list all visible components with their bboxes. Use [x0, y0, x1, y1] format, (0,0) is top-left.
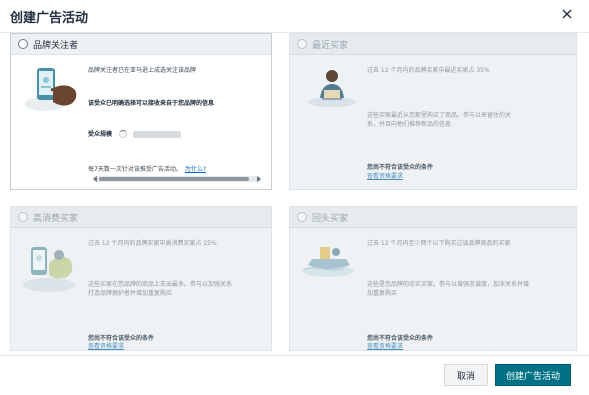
eligibility-link[interactable]: 查看资格要求 [88, 342, 124, 350]
audience-card-high-spend-buyers: 高消费买家 过去 12 个月内的品牌买家中高消费买家占 25% 这些买家在您品牌… [10, 206, 272, 351]
audience-size-value-placeholder [133, 131, 181, 138]
audience-card-recent-buyers: 最近买家 过去 12 个月内的品牌买家中最近买家占 35% 这些买家最近从您那里… [289, 33, 577, 190]
eligibility-warning: 您尚不符合该受众的条件 [367, 164, 434, 171]
card-detail-line-2: 加重复购买 [367, 290, 398, 297]
phone-hand-illustration [23, 64, 81, 118]
phone-shopping-illustration [21, 241, 79, 297]
create-campaign-modal: 创建广告活动 品牌关注者 品牌关注者已在亚马逊上成选关注该品牌 该受众已明确选择… [0, 0, 589, 395]
modal-footer: 取消 创建广告活动 [0, 355, 589, 395]
cancel-button[interactable]: 取消 [444, 364, 488, 386]
card-title: 高消费买家 [33, 214, 79, 224]
card-description: 过去 12 个月内的品牌买家中最近买家占 35% [367, 67, 490, 74]
card-detail-line-1: 这些买家在您品牌的商品上支出最多。参与以加强关系 [88, 281, 233, 288]
radio-button [18, 212, 28, 222]
card-description: 品牌关注者已在亚马逊上成选关注该品牌 [88, 67, 197, 74]
loading-spinner-icon [119, 130, 127, 138]
why-link[interactable]: 为什么? [185, 166, 206, 173]
horizontal-scrollbar[interactable] [93, 176, 261, 182]
scroll-thumb[interactable] [99, 177, 249, 181]
card-note: 该受众已明确选择可以接收来自于您品牌的信息 [88, 100, 215, 107]
radio-button [297, 39, 307, 49]
footer-text: 每7天数一次针对该推受广告活动。 [88, 166, 182, 173]
scroll-left-icon[interactable] [93, 176, 97, 182]
modal-title: 创建广告活动 [10, 11, 89, 26]
close-icon[interactable] [559, 6, 575, 22]
card-title: 品牌关注者 [33, 41, 79, 51]
card-detail-line-2: 打造品牌拥护者并增加重复购买 [88, 290, 173, 297]
card-title: 回头买家 [312, 214, 349, 224]
card-header: 品牌关注者 [11, 34, 271, 55]
card-description: 过去 12 个月内至少两个以下购买过该品牌商品的买家 [367, 240, 511, 247]
card-header: 回头买家 [290, 207, 576, 228]
modal-header: 创建广告活动 [0, 0, 589, 33]
eligibility-link[interactable]: 查看资格要求 [367, 342, 403, 350]
card-header: 高消费买家 [11, 207, 271, 228]
boat-illustration [300, 239, 358, 283]
audience-card-brand-followers[interactable]: 品牌关注者 品牌关注者已在亚马逊上成选关注该品牌 该受众已明确选择可以接收来自于… [10, 33, 272, 190]
radio-button[interactable] [18, 39, 28, 49]
person-laptop-illustration [306, 68, 358, 112]
card-detail-line-1: 这些买家最近从您那里购买了商品。参与以来留住的关 [367, 112, 512, 119]
eligibility-link[interactable]: 查看资格要求 [367, 172, 403, 181]
scroll-right-icon[interactable] [257, 176, 261, 182]
audience-size-label: 受众规模 [88, 131, 113, 138]
card-detail-line-2: 系，并且向他们推荐新品的信息 [367, 121, 452, 128]
card-footer-text: 每7天数一次针对该推受广告活动。 为什么? [88, 165, 206, 174]
card-header: 最近买家 [290, 34, 576, 55]
radio-button [297, 212, 307, 222]
card-detail-line-1: 这些是您品牌的忠实买家。参与以增强忠诚度，加深关系并增 [367, 281, 530, 288]
create-campaign-button[interactable]: 创建广告活动 [495, 364, 571, 386]
audience-cards-area: 品牌关注者 品牌关注者已在亚马逊上成选关注该品牌 该受众已明确选择可以接收来自于… [0, 33, 589, 355]
card-title: 最近买家 [312, 41, 349, 51]
card-description: 过去 12 个月内的品牌买家中高消费买家占 25% [88, 240, 217, 247]
audience-card-repeat-buyers: 回头买家 过去 12 个月内至少两个以下购买过该品牌商品的买家 这些是您品牌的忠… [289, 206, 577, 351]
